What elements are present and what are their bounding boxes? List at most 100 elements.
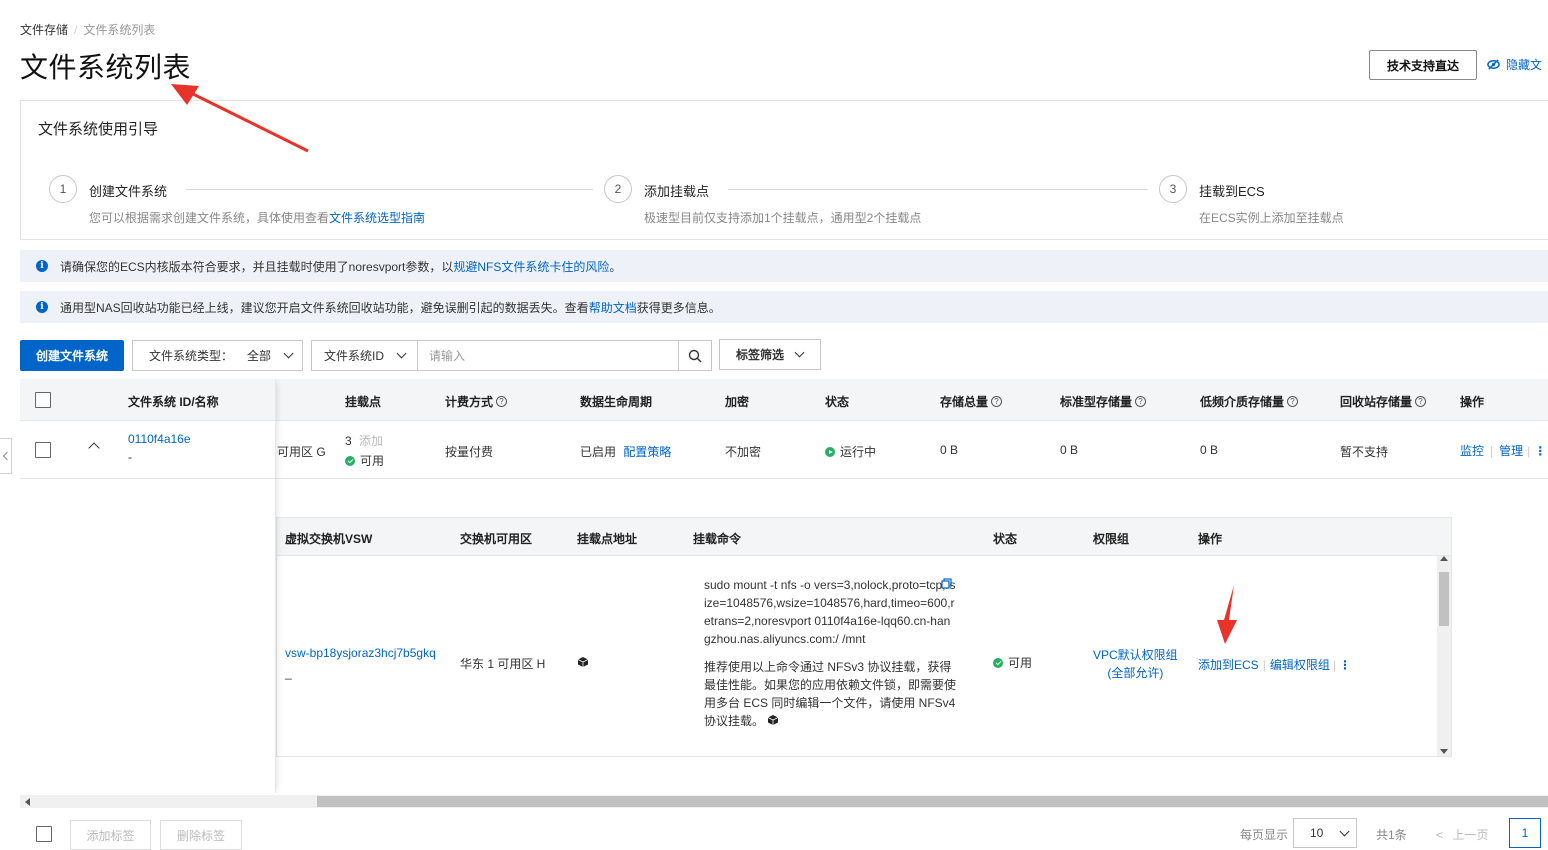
th-mount-point: 挂载点 xyxy=(345,395,382,409)
zone-cell: 可用区 G xyxy=(277,445,326,459)
fixed-row: 0110f4a16e - xyxy=(20,421,275,479)
th-actions: 操作 xyxy=(1460,395,1485,409)
breadcrumb-separator: / xyxy=(74,23,78,37)
th-standard-storage: 标准型存储量? xyxy=(1060,393,1147,410)
search-button[interactable] xyxy=(678,340,712,371)
notice-link[interactable]: 规避NFS文件系统卡住的风险 xyxy=(453,258,609,275)
help-icon[interactable]: ? xyxy=(1415,396,1427,407)
row-actions: 监控 | 管理 | ⋮ xyxy=(1460,442,1546,459)
scrollbar-thumb[interactable] xyxy=(317,796,1548,807)
page-size-select[interactable]: 10 xyxy=(1293,818,1357,848)
action-divider: | xyxy=(1527,443,1531,458)
row-checkbox[interactable] xyxy=(35,442,51,458)
help-icon[interactable]: ? xyxy=(496,396,508,407)
sub-th-command: 挂载命令 xyxy=(693,532,742,546)
hide-guide-label: 隐藏文 xyxy=(1506,58,1543,72)
configure-policy-link[interactable]: 配置策略 xyxy=(623,445,671,459)
encryption-cell: 不加密 xyxy=(725,445,762,459)
zone-cell: 华东 1 可用区 H xyxy=(460,657,546,671)
filesystem-id-link[interactable]: 0110f4a16e xyxy=(128,432,191,446)
recycle-storage-cell: 暂不支持 xyxy=(1340,445,1389,459)
notice-suffix: 。 xyxy=(609,259,622,274)
hide-guide-link[interactable]: 隐藏文 xyxy=(1487,56,1542,73)
help-icon[interactable]: ? xyxy=(1287,396,1299,407)
subtable-scrollbar[interactable] xyxy=(1437,556,1451,756)
step-number: 2 xyxy=(604,175,632,203)
ia-storage-cell: 0 B xyxy=(1200,443,1219,457)
th-lifecycle: 数据生命周期 xyxy=(580,395,653,409)
action-divider: | xyxy=(1262,657,1266,672)
step-connector xyxy=(728,189,1148,190)
action-divider: | xyxy=(1332,657,1336,672)
notice-link[interactable]: 帮助文档 xyxy=(589,299,637,316)
add-tag-button[interactable]: 添加标签 xyxy=(70,820,151,850)
more-actions-icon[interactable]: ⋮ xyxy=(1339,658,1351,672)
create-filesystem-button[interactable]: 创建文件系统 xyxy=(20,340,124,371)
notice-text: 请确保您的ECS内核版本符合要求，并且挂载时使用了noresvport参数，以 xyxy=(60,259,454,274)
add-to-ecs-link[interactable]: 添加到ECS xyxy=(1198,656,1259,673)
step-desc: 在ECS实例上添加至挂载点 xyxy=(1199,211,1344,225)
search-field-label: 文件系统ID xyxy=(324,349,385,363)
mount-count-cell: 3 添加 xyxy=(345,434,384,448)
search-icon xyxy=(688,349,702,362)
running-icon xyxy=(825,446,835,457)
scroll-left-arrow-icon[interactable] xyxy=(25,798,30,806)
filesystem-type-select[interactable]: 文件系统类型： 全部 xyxy=(132,340,303,371)
more-actions-icon[interactable]: ⋮ xyxy=(1534,444,1546,458)
scroll-down-arrow-icon[interactable] xyxy=(1440,749,1448,754)
current-page-button[interactable]: 1 xyxy=(1509,818,1541,848)
step-number: 3 xyxy=(1159,175,1187,203)
standard-storage-cell: 0 B xyxy=(1060,443,1079,457)
mount-command: sudo mount -t nfs -o vers=3,nolock,proto… xyxy=(704,576,956,730)
mount-status: 可用 xyxy=(993,654,1032,671)
usage-guide: 文件系统使用引导 1 创建文件系统 您可以根据需求创建文件系统，具体使用查看文件… xyxy=(20,100,1548,240)
help-icon[interactable]: ? xyxy=(991,396,1003,407)
check-circle-icon xyxy=(993,657,1003,668)
step-number: 1 xyxy=(49,175,77,203)
add-mount-link[interactable]: 添加 xyxy=(359,434,383,448)
search-field-select[interactable]: 文件系统ID xyxy=(311,340,418,371)
billing-cell: 按量付费 xyxy=(445,445,494,459)
edit-permission-group-link[interactable]: 编辑权限组 xyxy=(1270,656,1330,673)
step-title: 添加挂载点 xyxy=(644,184,710,199)
sub-th-permission-group: 权限组 xyxy=(1093,532,1130,546)
fixed-header: 文件系统 ID/名称 xyxy=(20,379,275,421)
fixed-left-column: 文件系统 ID/名称 0110f4a16e - xyxy=(20,379,276,793)
selection-guide-link[interactable]: 文件系统选型指南 xyxy=(329,211,425,225)
tag-filter-button[interactable]: 标签筛选 xyxy=(719,339,821,370)
help-icon[interactable]: ? xyxy=(1135,396,1147,407)
breadcrumb-root[interactable]: 文件存储 xyxy=(20,23,68,37)
type-filter-label: 文件系统类型： xyxy=(149,349,234,363)
footer-select-all-checkbox[interactable] xyxy=(36,826,52,842)
delete-tag-button[interactable]: 删除标签 xyxy=(160,820,242,850)
chevron-up-icon[interactable] xyxy=(88,442,100,454)
th-ia-storage: 低频介质存储量? xyxy=(1200,393,1299,410)
mount-point-subtable: 虚拟交换机VSW 交换机可用区 挂载点地址 挂载命令 状态 权限组 操作 vsw… xyxy=(276,517,1452,757)
step-title: 创建文件系统 xyxy=(89,184,168,199)
mount-command-text: sudo mount -t nfs -o vers=3,nolock,proto… xyxy=(704,578,956,646)
step-connector xyxy=(186,189,593,190)
monitor-link[interactable]: 监控 xyxy=(1460,442,1484,459)
copy-icon[interactable] xyxy=(941,578,952,592)
prev-page-button[interactable]: < 上一页 xyxy=(1436,826,1488,843)
step-title: 挂载到ECS xyxy=(1199,184,1265,199)
select-all-checkbox[interactable] xyxy=(35,392,51,408)
chevron-down-icon xyxy=(794,347,805,358)
step-desc: 极速型目前仅支持添加1个挂载点，通用型2个挂载点 xyxy=(644,211,922,225)
address-icon[interactable] xyxy=(577,656,589,671)
vsw-link[interactable]: vsw-bp18ysjoraz3hcj7b5gkq xyxy=(285,646,436,660)
chevron-down-icon xyxy=(1339,826,1350,836)
check-circle-icon xyxy=(345,455,355,466)
side-panel-toggle[interactable] xyxy=(0,438,12,474)
scroll-up-arrow-icon[interactable] xyxy=(1440,556,1448,561)
step-desc: 您可以根据需求创建文件系统，具体使用查看文件系统选型指南 xyxy=(89,211,426,225)
tech-support-button[interactable]: 技术支持直达 xyxy=(1369,50,1477,80)
scrollbar-thumb[interactable] xyxy=(1439,572,1449,626)
lifecycle-cell: 已启用 配置策略 xyxy=(580,445,672,459)
manage-link[interactable]: 管理 xyxy=(1499,442,1523,459)
th-storage-total: 存储总量? xyxy=(940,393,1003,410)
permission-group-link[interactable]: VPC默认权限组 (全部允许) xyxy=(1093,646,1178,682)
box-icon xyxy=(768,715,779,725)
search-input[interactable]: 请输入 xyxy=(417,340,679,371)
table-horizontal-scrollbar[interactable] xyxy=(20,795,1548,808)
